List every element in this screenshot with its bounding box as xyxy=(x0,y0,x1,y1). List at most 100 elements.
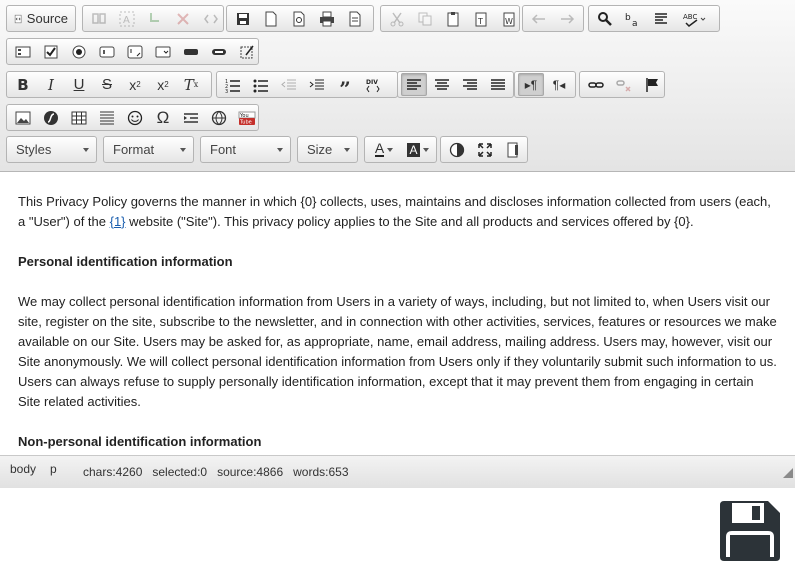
cut-icon[interactable] xyxy=(384,7,410,30)
table-icon[interactable] xyxy=(66,106,92,129)
textarea-icon[interactable] xyxy=(122,40,148,63)
align-right-icon[interactable] xyxy=(457,73,483,96)
svg-text:A: A xyxy=(123,15,130,26)
paste-word-icon[interactable] xyxy=(170,7,196,30)
undo-group xyxy=(522,5,584,32)
link-icon[interactable] xyxy=(583,73,609,96)
rich-text-editor: Source A T W b a ABC B I U S x 2 x 2 T x… xyxy=(0,0,795,488)
outdent-icon[interactable] xyxy=(276,73,302,96)
bg-color-button[interactable]: A xyxy=(402,138,434,161)
size-dropdown[interactable]: Size xyxy=(297,136,358,163)
templates-icon[interactable] xyxy=(342,7,368,30)
horizontal-rule-icon[interactable] xyxy=(94,106,120,129)
svg-text:b: b xyxy=(625,13,631,23)
subscript-icon[interactable]: x2 xyxy=(122,73,148,96)
basic-styles-group: B I U S x2 x2 Tx xyxy=(6,71,212,98)
preview-icon[interactable] xyxy=(286,7,312,30)
hidden-field-icon[interactable] xyxy=(234,40,260,63)
save-floppy-button[interactable] xyxy=(718,499,782,563)
spellcheck-icon[interactable]: ABC xyxy=(676,7,714,30)
unlink-icon[interactable] xyxy=(611,73,637,96)
selected-count: selected:0 xyxy=(152,465,208,479)
remove-format-icon[interactable]: Tx xyxy=(178,73,204,96)
page-break-icon[interactable] xyxy=(178,106,204,129)
redo-icon[interactable] xyxy=(554,7,580,30)
italic-icon[interactable]: I xyxy=(38,73,64,96)
code-icon[interactable] xyxy=(198,7,224,30)
path-item-body[interactable]: body xyxy=(10,462,36,476)
undo-icon[interactable] xyxy=(526,7,552,30)
rtl-icon[interactable]: ¶◂ xyxy=(546,73,572,96)
find-group: A xyxy=(82,5,224,32)
paste-text-icon[interactable] xyxy=(142,7,168,30)
div-container-icon[interactable]: DIV xyxy=(360,73,386,96)
text-color-icon: A xyxy=(374,140,385,157)
new-page-icon[interactable] xyxy=(258,7,284,30)
search-icon[interactable] xyxy=(592,7,618,30)
anchor-flag-icon[interactable] xyxy=(639,73,665,96)
smiley-icon[interactable] xyxy=(122,106,148,129)
maximize-icon[interactable] xyxy=(472,138,498,161)
paste-from-word-icon[interactable]: W xyxy=(496,7,522,30)
bg-color-icon: A xyxy=(407,142,420,157)
bold-icon[interactable]: B xyxy=(10,73,36,96)
links-group xyxy=(579,71,665,98)
flash-icon[interactable] xyxy=(38,106,64,129)
paragraph-group: 123 ” DIV xyxy=(216,71,398,101)
word-count: chars:4260 selected:0 source:4866 words:… xyxy=(83,465,349,479)
bulleted-list-icon[interactable] xyxy=(248,73,274,96)
svg-text:3: 3 xyxy=(225,89,228,93)
format-dropdown[interactable]: Format xyxy=(103,136,194,163)
source-count: source:4866 xyxy=(217,465,284,479)
find-icon[interactable] xyxy=(86,7,112,30)
image-button-icon[interactable] xyxy=(206,40,232,63)
align-center-icon[interactable] xyxy=(429,73,455,96)
chevron-down-icon xyxy=(344,147,350,152)
underline-icon[interactable]: U xyxy=(66,73,92,96)
paste-plain-icon[interactable]: T xyxy=(468,7,494,30)
source-button[interactable]: Source xyxy=(10,7,72,30)
text-field-icon[interactable] xyxy=(94,40,120,63)
document-group xyxy=(226,5,374,32)
select-field-icon[interactable] xyxy=(150,40,176,63)
replace-icon[interactable]: ba xyxy=(620,7,646,30)
align-left-icon[interactable] xyxy=(401,73,427,96)
format-block-icon[interactable] xyxy=(648,7,674,30)
checkbox-icon[interactable] xyxy=(38,40,64,63)
element-path: body p xyxy=(10,462,57,476)
save-icon[interactable] xyxy=(230,7,256,30)
form-icon[interactable] xyxy=(10,40,36,63)
indent-icon[interactable] xyxy=(304,73,330,96)
special-char-icon[interactable]: Ω xyxy=(150,106,176,129)
superscript-icon[interactable]: x2 xyxy=(150,73,176,96)
youtube-icon[interactable]: You Tube xyxy=(234,106,260,129)
image-icon[interactable] xyxy=(10,106,36,129)
chevron-down-icon xyxy=(422,147,429,152)
strikethrough-icon[interactable]: S xyxy=(94,73,120,96)
paste-icon[interactable] xyxy=(440,7,466,30)
select-all-icon[interactable]: A xyxy=(114,7,140,30)
ltr-icon[interactable]: ▸¶ xyxy=(518,73,544,96)
font-dropdown[interactable]: Font xyxy=(200,136,291,163)
svg-text:DIV: DIV xyxy=(366,79,378,86)
svg-text:You: You xyxy=(239,113,249,119)
path-item-p[interactable]: p xyxy=(50,462,57,476)
show-blocks-icon[interactable] xyxy=(444,138,470,161)
tools-group xyxy=(440,136,528,163)
copy-icon[interactable] xyxy=(412,7,438,30)
print-icon[interactable] xyxy=(314,7,340,30)
text-color-button[interactable]: A xyxy=(368,138,400,161)
site-link[interactable]: {1} xyxy=(110,214,126,229)
blockquote-icon[interactable]: ” xyxy=(332,73,358,101)
editor-content[interactable]: This Privacy Policy governs the manner i… xyxy=(0,172,795,453)
numbered-list-icon[interactable]: 123 xyxy=(220,73,246,96)
resize-handle[interactable] xyxy=(783,468,793,478)
chevron-down-icon xyxy=(180,147,186,152)
direction-group: ▸¶ ¶◂ xyxy=(514,71,576,98)
styles-dropdown[interactable]: Styles xyxy=(6,136,97,163)
justify-icon[interactable] xyxy=(485,73,511,96)
radio-icon[interactable] xyxy=(66,40,92,63)
iframe-globe-icon[interactable] xyxy=(206,106,232,129)
button-field-icon[interactable] xyxy=(178,40,204,63)
about-icon[interactable] xyxy=(500,138,526,161)
